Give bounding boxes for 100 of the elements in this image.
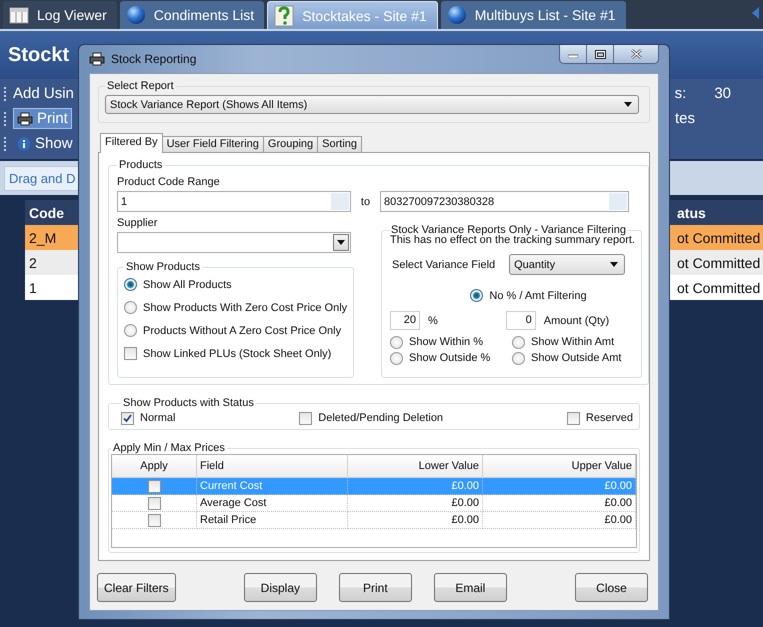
- close-button[interactable]: Close: [575, 573, 648, 602]
- printer-icon: [89, 52, 105, 66]
- report-dropdown[interactable]: Stock Variance Report (Shows All Items): [105, 95, 639, 114]
- table-cell-text: ot Committed: [676, 230, 762, 246]
- checkbox[interactable]: [124, 347, 137, 360]
- radio-button[interactable]: [124, 278, 137, 291]
- close-button[interactable]: [614, 45, 658, 63]
- table-cell: Current Cost: [196, 478, 348, 494]
- input-field[interactable]: 1: [117, 191, 351, 212]
- close-icon: [630, 49, 642, 59]
- tab[interactable]: Filtered By: [100, 133, 163, 153]
- display-button[interactable]: Display: [244, 573, 317, 602]
- table-cell: £0.00: [482, 478, 636, 494]
- table-cell-text: 1: [28, 280, 38, 296]
- minimize-button[interactable]: [560, 45, 587, 63]
- table-cell-text: 2_M: [28, 230, 58, 246]
- radio-button[interactable]: [512, 336, 525, 348]
- grip-icon: [4, 110, 7, 126]
- table-cell: £0.00: [482, 494, 636, 512]
- scroll-left-icon: [752, 7, 759, 19]
- table-cell-text: 2: [28, 254, 38, 270]
- option-label: Show Within Amt: [531, 336, 614, 348]
- option-label: Show Within %: [409, 336, 483, 348]
- print-button[interactable]: Print: [338, 573, 412, 602]
- field-label: Select Variance Field: [392, 258, 496, 270]
- unit-label: Amount (Qty): [544, 314, 610, 326]
- column-header[interactable]: Apply: [112, 455, 196, 478]
- table-row[interactable]: Retail Price £0.00 £0.00: [112, 512, 636, 528]
- column-header[interactable]: atus: [673, 204, 763, 220]
- count-value: 30: [714, 85, 731, 102]
- grip-icon: [4, 86, 7, 102]
- field-label: Supplier: [117, 217, 158, 231]
- column-header[interactable]: Code: [25, 204, 75, 220]
- caret-icon: [624, 102, 632, 107]
- radio-button[interactable]: [390, 352, 403, 364]
- caret-icon: [610, 262, 618, 267]
- option-label: Show Linked PLUs (Stock Sheet Only): [143, 348, 332, 360]
- caret-icon: [337, 240, 345, 245]
- radio-button[interactable]: [390, 336, 403, 348]
- info-icon: [17, 136, 31, 150]
- option-label: Show All Products: [143, 278, 232, 290]
- radio-button[interactable]: [512, 352, 525, 364]
- variance-field-dropdown[interactable]: Quantity: [509, 254, 626, 275]
- print-button[interactable]: Print: [13, 108, 72, 129]
- checkbox[interactable]: [148, 496, 160, 510]
- input-field[interactable]: 803270097230380328: [380, 191, 629, 212]
- to-label: to: [360, 196, 372, 208]
- option-label: Products Without A Zero Cost Price Only: [143, 324, 342, 336]
- help-icon: [274, 4, 294, 26]
- checkbox[interactable]: [148, 480, 160, 492]
- note-text: This has no effect on the tracking summary report.: [390, 234, 635, 246]
- column-header[interactable]: Upper Value: [482, 455, 636, 478]
- table-cell: £0.00: [482, 512, 636, 528]
- app-tab[interactable]: Condiments List: [120, 1, 264, 29]
- grip-icon: [4, 136, 7, 152]
- table-cell: £0.00: [348, 512, 482, 528]
- field-label: Product Code Range: [117, 176, 221, 190]
- amount-field[interactable]: 0: [506, 311, 536, 330]
- group-title: Show Products: [125, 261, 201, 273]
- count-label: s:: [674, 85, 686, 102]
- column-header[interactable]: Field: [196, 455, 348, 478]
- tab[interactable]: Sorting: [317, 136, 362, 153]
- radio-button[interactable]: [470, 289, 484, 302]
- email-button[interactable]: Email: [434, 573, 507, 602]
- group-title: Show Products with Status: [122, 397, 255, 409]
- table-cell-text: ot Committed: [676, 254, 762, 270]
- option-label: Reserved: [586, 412, 633, 424]
- tab[interactable]: User Field Filtering: [162, 136, 264, 153]
- option-label: Normal: [140, 412, 176, 424]
- table-cell: £0.00: [348, 478, 482, 494]
- app-tab[interactable]: Multibuys List - Site #1: [440, 1, 626, 29]
- column-header[interactable]: Lower Value: [348, 455, 482, 478]
- toolbar-label: tes: [674, 110, 695, 127]
- table-row[interactable]: Average Cost £0.00 £0.00: [112, 494, 636, 512]
- supplier-dropdown[interactable]: [117, 232, 351, 253]
- group-title: Stock Variance Reports Only - Variance Filtering: [391, 224, 626, 236]
- table-cell: Retail Price: [196, 512, 348, 528]
- app-tab[interactable]: Log Viewer: [3, 1, 117, 29]
- maximize-button[interactable]: [587, 45, 614, 63]
- globe-icon: [446, 5, 467, 25]
- radio-button[interactable]: [124, 324, 137, 337]
- globe-icon: [126, 5, 146, 25]
- checkbox[interactable]: [148, 514, 160, 526]
- group-title: Apply Min / Max Prices: [112, 442, 226, 454]
- checkbox[interactable]: [566, 412, 580, 424]
- table-cell-text: ot Committed: [676, 280, 762, 296]
- option-label: Show Products With Zero Cost Price Only: [143, 302, 348, 314]
- option-label: Show Outside %: [409, 352, 490, 364]
- percent-field[interactable]: 20: [390, 311, 420, 330]
- checkbox[interactable]: [121, 412, 134, 424]
- checkbox[interactable]: [299, 412, 312, 424]
- option-label: No % / Amt Filtering: [489, 290, 587, 302]
- table-cell: £0.00: [348, 494, 482, 512]
- radio-button[interactable]: [124, 301, 137, 314]
- group-title: Products: [118, 159, 164, 171]
- option-label: Deleted/Pending Deletion: [318, 412, 444, 424]
- tab[interactable]: Grouping: [262, 136, 318, 153]
- clear-filters-button[interactable]: Clear Filters: [97, 573, 176, 602]
- show-button[interactable]: Show: [13, 133, 77, 154]
- unit-label: %: [428, 314, 438, 326]
